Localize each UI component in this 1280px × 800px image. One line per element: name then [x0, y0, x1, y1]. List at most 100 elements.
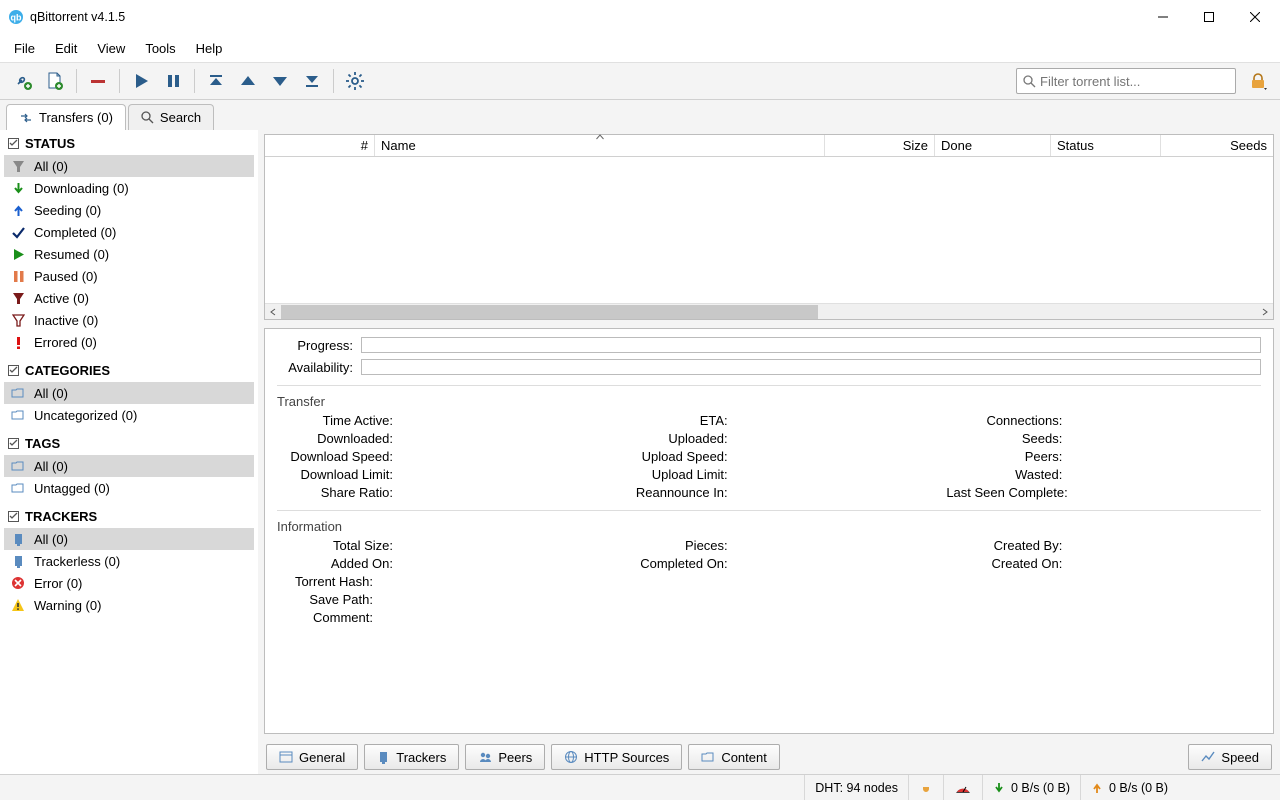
tracker-icon: [10, 533, 26, 546]
move-bottom-button[interactable]: [297, 66, 327, 96]
menu-edit[interactable]: Edit: [45, 37, 87, 60]
section-categories[interactable]: CATEGORIES: [4, 359, 254, 382]
status-download[interactable]: 0 B/s (0 B): [982, 775, 1080, 800]
tab-transfers[interactable]: Transfers (0): [6, 104, 126, 130]
torrent-list-body: [265, 157, 1273, 303]
col-size[interactable]: Size: [825, 135, 935, 156]
folder-open-icon: [10, 460, 26, 472]
download-icon: [10, 182, 26, 195]
menu-file[interactable]: File: [4, 37, 45, 60]
tracker-error[interactable]: Error (0): [4, 572, 254, 594]
settings-button[interactable]: [340, 66, 370, 96]
pause-button[interactable]: [158, 66, 188, 96]
tracker-trackerless[interactable]: Trackerless (0): [4, 550, 254, 572]
tab-search[interactable]: Search: [128, 104, 214, 130]
status-dht[interactable]: DHT: 94 nodes: [804, 775, 908, 800]
resume-button[interactable]: [126, 66, 156, 96]
tab-speed[interactable]: Speed: [1188, 744, 1272, 770]
menu-help[interactable]: Help: [186, 37, 233, 60]
upload-icon: [1091, 782, 1103, 794]
remove-button[interactable]: [83, 66, 113, 96]
sort-asc-icon: [595, 134, 604, 140]
folder-icon: [701, 751, 715, 763]
category-all[interactable]: All (0): [4, 382, 254, 404]
tag-all[interactable]: All (0): [4, 455, 254, 477]
add-file-button[interactable]: [40, 66, 70, 96]
col-seeds[interactable]: Seeds: [1161, 135, 1273, 156]
section-trackers[interactable]: TRACKERS: [4, 505, 254, 528]
error-circle-icon: [10, 576, 26, 590]
move-up-button[interactable]: [233, 66, 263, 96]
horizontal-scrollbar[interactable]: [265, 303, 1273, 319]
category-uncategorized[interactable]: Uncategorized (0): [4, 404, 254, 426]
status-errored[interactable]: Errored (0): [4, 331, 254, 353]
menu-view[interactable]: View: [87, 37, 135, 60]
tracker-all[interactable]: All (0): [4, 528, 254, 550]
tab-general[interactable]: General: [266, 744, 358, 770]
col-name[interactable]: Name: [375, 135, 825, 156]
tab-peers[interactable]: Peers: [465, 744, 545, 770]
col-done[interactable]: Done: [935, 135, 1051, 156]
progress-bar: [361, 337, 1261, 353]
scroll-right-icon[interactable]: [1257, 304, 1273, 320]
col-num[interactable]: #: [265, 135, 375, 156]
status-downloading[interactable]: Downloading (0): [4, 177, 254, 199]
torrent-list: # Name Size Done Status Seeds: [264, 134, 1274, 320]
transfer-section: Transfer: [277, 394, 1261, 409]
toolbar: [0, 62, 1280, 100]
status-inactive[interactable]: Inactive (0): [4, 309, 254, 331]
status-upload[interactable]: 0 B/s (0 B): [1080, 775, 1280, 800]
detail-pane: Progress: Availability: Transfer Time Ac…: [264, 328, 1274, 734]
download-icon: [993, 782, 1005, 794]
menu-tools[interactable]: Tools: [135, 37, 185, 60]
column-headers: # Name Size Done Status Seeds: [265, 135, 1273, 157]
menu-bar: File Edit View Tools Help: [0, 34, 1280, 62]
gauge-icon: [954, 781, 972, 795]
folder-icon: [10, 409, 26, 421]
scroll-left-icon[interactable]: [265, 304, 281, 320]
status-completed[interactable]: Completed (0): [4, 221, 254, 243]
section-status[interactable]: STATUS: [4, 132, 254, 155]
availability-label: Availability:: [277, 360, 353, 375]
col-status[interactable]: Status: [1051, 135, 1161, 156]
play-icon: [10, 248, 26, 261]
add-link-button[interactable]: [8, 66, 38, 96]
close-button[interactable]: [1232, 2, 1278, 32]
tab-trackers[interactable]: Trackers: [364, 744, 459, 770]
folder-icon: [10, 482, 26, 494]
transfers-icon: [19, 111, 33, 125]
status-seeding[interactable]: Seeding (0): [4, 199, 254, 221]
availability-bar: [361, 359, 1261, 375]
filter-input[interactable]: [1040, 74, 1229, 89]
tag-untagged[interactable]: Untagged (0): [4, 477, 254, 499]
move-down-button[interactable]: [265, 66, 295, 96]
filter-searchbox[interactable]: [1016, 68, 1236, 94]
tab-content[interactable]: Content: [688, 744, 780, 770]
tracker-warning[interactable]: Warning (0): [4, 594, 254, 616]
search-icon: [1023, 75, 1036, 88]
status-bar: DHT: 94 nodes 0 B/s (0 B) 0 B/s (0 B): [0, 774, 1280, 800]
content-area: # Name Size Done Status Seeds Progress: …: [258, 130, 1280, 774]
information-section: Information: [277, 519, 1261, 534]
peers-icon: [478, 750, 492, 764]
status-all[interactable]: All (0): [4, 155, 254, 177]
status-resumed[interactable]: Resumed (0): [4, 243, 254, 265]
move-top-button[interactable]: [201, 66, 231, 96]
tab-http[interactable]: HTTP Sources: [551, 744, 682, 770]
scroll-thumb[interactable]: [281, 305, 818, 319]
status-plug[interactable]: [908, 775, 943, 800]
status-paused[interactable]: Paused (0): [4, 265, 254, 287]
upload-icon: [10, 204, 26, 217]
lock-button[interactable]: [1244, 67, 1272, 95]
globe-icon: [564, 750, 578, 764]
error-icon: [10, 336, 26, 349]
funnel-icon: [10, 292, 26, 305]
status-speed-limit[interactable]: [943, 775, 982, 800]
minimize-button[interactable]: [1140, 2, 1186, 32]
app-icon: qb: [8, 9, 24, 25]
window-title: qBittorrent v4.1.5: [30, 10, 125, 24]
section-tags[interactable]: TAGS: [4, 432, 254, 455]
maximize-button[interactable]: [1186, 2, 1232, 32]
status-active[interactable]: Active (0): [4, 287, 254, 309]
warning-icon: [10, 598, 26, 612]
